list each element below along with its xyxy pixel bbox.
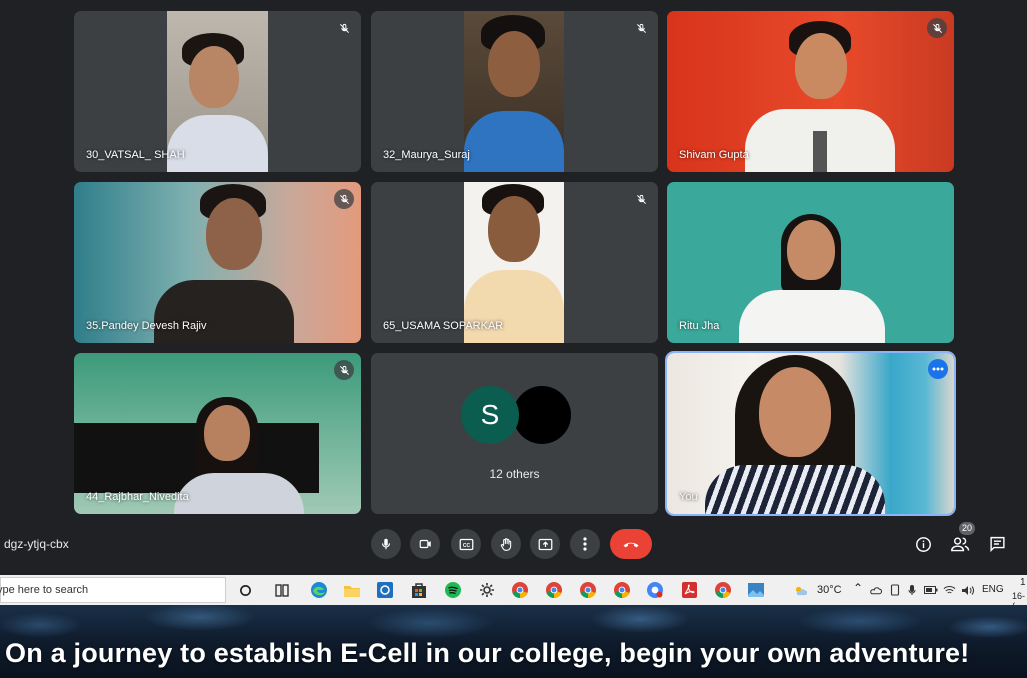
- mic-off-icon: [334, 360, 354, 380]
- store-icon[interactable]: [409, 580, 429, 600]
- participant-video: [745, 11, 895, 172]
- svg-text:CC: CC: [462, 543, 470, 549]
- more-options-button[interactable]: [570, 529, 600, 559]
- mic-off-icon: [631, 18, 651, 38]
- info-button[interactable]: [912, 533, 934, 555]
- mic-button[interactable]: [371, 529, 401, 559]
- settings-icon[interactable]: [477, 580, 497, 600]
- camera-button[interactable]: [410, 529, 440, 559]
- raise-hand-button[interactable]: [491, 529, 521, 559]
- participant-tile[interactable]: Shivam Gupta: [667, 11, 954, 172]
- participant-video: [144, 182, 294, 343]
- participant-tile[interactable]: 30_VATSAL_ SHAH: [74, 11, 361, 172]
- mail-icon[interactable]: [375, 580, 395, 600]
- participant-name: 44_Rajbhar_Nivedita: [86, 491, 189, 503]
- avatar: [513, 386, 571, 444]
- promo-banner: On a journey to establish E-Cell in our …: [0, 605, 1027, 678]
- microphone-tray-icon[interactable]: [905, 580, 919, 600]
- participant-name: 30_VATSAL_ SHAH: [86, 149, 185, 161]
- clock-time[interactable]: 1: [1020, 577, 1026, 588]
- device-icon[interactable]: [888, 580, 902, 600]
- participant-video: [167, 11, 268, 172]
- chrome-icon[interactable]: [578, 580, 598, 600]
- chrome-icon[interactable]: [544, 580, 564, 600]
- captions-icon: CC: [459, 538, 473, 550]
- participant-video: [464, 182, 564, 343]
- task-view-icon[interactable]: [272, 580, 292, 600]
- pdf-reader-icon[interactable]: [679, 580, 699, 600]
- cortana-icon[interactable]: [235, 580, 255, 600]
- weather-temp[interactable]: 30°C: [817, 584, 842, 596]
- present-icon: [538, 538, 552, 550]
- participant-tile[interactable]: 44_Rajbhar_Nivedita: [74, 353, 361, 514]
- language-indicator[interactable]: ENG: [982, 584, 1004, 595]
- chevron-up-icon[interactable]: ⌃: [853, 581, 863, 595]
- info-icon: [915, 536, 931, 552]
- mic-off-icon: [631, 189, 651, 209]
- participant-video: [695, 353, 895, 514]
- avatar: S: [461, 386, 519, 444]
- chrome-icon[interactable]: [612, 580, 632, 600]
- wifi-icon[interactable]: [942, 580, 956, 600]
- captions-button[interactable]: CC: [451, 529, 481, 559]
- camera-icon: [419, 539, 431, 549]
- meeting-code: dgz-ytjq-cbx: [4, 537, 69, 551]
- file-explorer-icon[interactable]: [342, 580, 362, 600]
- chrome-icon[interactable]: [713, 580, 733, 600]
- others-tile[interactable]: S 12 others: [371, 353, 658, 514]
- participant-name: Ritu Jha: [679, 320, 720, 332]
- more-options-icon: [583, 537, 587, 551]
- participant-tile[interactable]: 35.Pandey Devesh Rajiv: [74, 182, 361, 343]
- battery-icon[interactable]: [923, 580, 939, 600]
- mic-off-icon: [334, 189, 354, 209]
- taskbar-search[interactable]: [0, 577, 226, 603]
- mic-off-icon: [334, 18, 354, 38]
- participant-name: Shivam Gupta: [679, 149, 749, 161]
- speaker-icon[interactable]: [960, 580, 976, 600]
- self-tile[interactable]: You: [667, 353, 954, 514]
- participant-video: [174, 353, 304, 514]
- chrome-icon[interactable]: [645, 580, 665, 600]
- mic-icon: [381, 538, 391, 550]
- mic-off-icon: [927, 18, 947, 38]
- meet-window: 30_VATSAL_ SHAH 32_Maurya_Suraj Shivam G…: [0, 0, 1027, 575]
- participant-tile[interactable]: Ritu Jha: [667, 182, 954, 343]
- others-label: 12 others: [489, 467, 540, 481]
- cloud-icon[interactable]: [868, 580, 882, 600]
- chat-button[interactable]: [986, 533, 1008, 555]
- participant-name: 32_Maurya_Suraj: [383, 149, 470, 161]
- more-options-icon[interactable]: [928, 359, 948, 379]
- edge-icon[interactable]: [309, 580, 329, 600]
- search-input[interactable]: [0, 579, 207, 601]
- participant-tile[interactable]: 65_USAMA SOPARKAR: [371, 182, 658, 343]
- chat-icon: [989, 536, 1005, 552]
- participant-count-badge: 20: [959, 522, 975, 535]
- taskbar: 30°C ⌃ ENG 1 16-(: [0, 575, 1027, 611]
- participant-video: [464, 11, 564, 172]
- photos-icon[interactable]: [746, 580, 766, 600]
- end-call-button[interactable]: [610, 529, 652, 559]
- spotify-icon[interactable]: [443, 580, 463, 600]
- participant-name: You: [679, 491, 698, 503]
- banner-caption: On a journey to establish E-Cell in our …: [5, 638, 970, 668]
- chrome-icon[interactable]: [510, 580, 530, 600]
- participant-name: 65_USAMA SOPARKAR: [383, 320, 504, 332]
- end-call-icon: [623, 542, 639, 548]
- weather-icon[interactable]: [793, 580, 807, 600]
- present-button[interactable]: [530, 529, 560, 559]
- raise-hand-icon: [500, 537, 512, 551]
- people-icon: [950, 537, 969, 552]
- participant-video: [737, 182, 887, 343]
- participant-tile[interactable]: 32_Maurya_Suraj: [371, 11, 658, 172]
- participant-name: 35.Pandey Devesh Rajiv: [86, 320, 207, 332]
- people-button[interactable]: [949, 533, 971, 555]
